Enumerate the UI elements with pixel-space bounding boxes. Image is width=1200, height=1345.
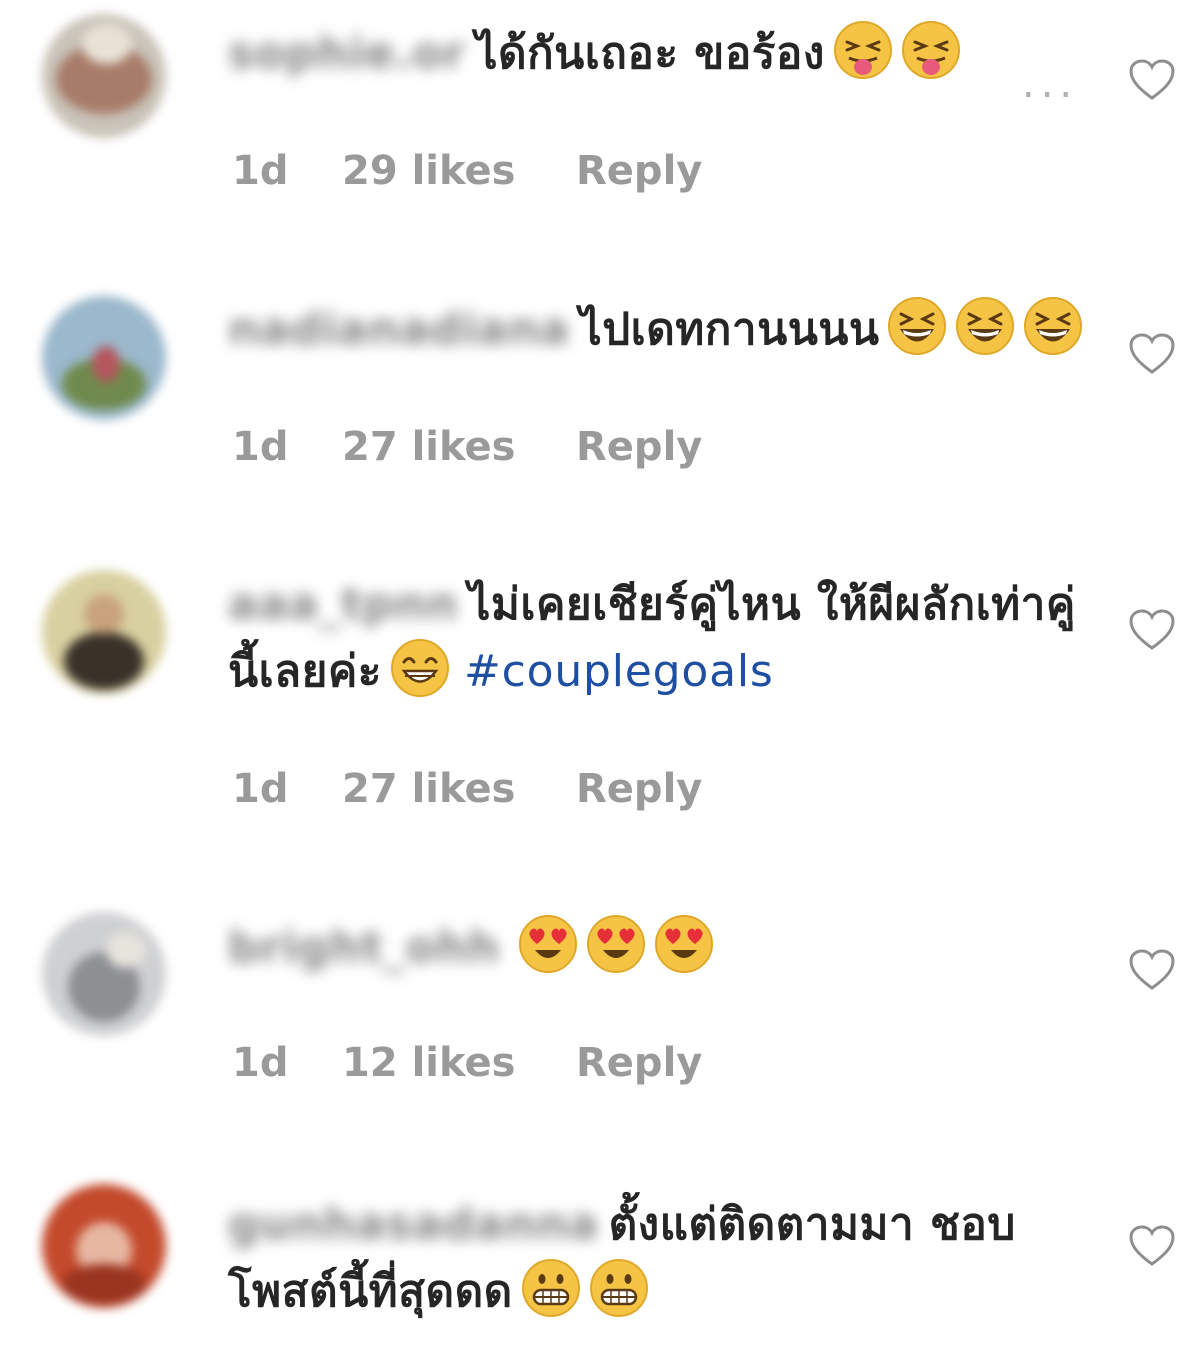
grimacing-face-emoji-icon	[589, 1259, 648, 1317]
avatar[interactable]	[42, 296, 166, 420]
comment-username[interactable]: aaa_tpnn	[228, 572, 458, 638]
comment-meta: 1d 12 likes Reply	[232, 1040, 702, 1086]
comment-time: 1d	[232, 148, 289, 194]
grinning-squinting-emoji-icon	[1024, 297, 1083, 355]
comment-body: nadianadiana ไปเดทกานนนน	[228, 296, 1088, 363]
hashtag-link[interactable]: #couplegoals	[464, 646, 774, 697]
comment-body: aaa_tpnn ไม่เคยเชียร์คู่ไหน ให้ผีผลักเท่า…	[228, 572, 1088, 705]
comment-meta: 1d 27 likes Reply	[232, 424, 702, 470]
grimacing-face-emoji-icon	[521, 1259, 580, 1317]
grinning-squinting-emoji-icon	[888, 297, 947, 355]
comment-username[interactable]: bright_ohh	[228, 915, 500, 981]
comment-likes[interactable]: 27 likes	[342, 766, 576, 812]
comment-username[interactable]: sophie.or	[228, 21, 465, 87]
comment-username[interactable]: nadianadiana	[228, 297, 570, 363]
comment-meta: 1d 29 likes Reply	[232, 148, 702, 194]
beaming-face-emoji-icon	[390, 639, 449, 697]
heart-eyes-emoji-icon	[655, 915, 714, 973]
comment-body: sophie.or ได้กันเถอะ ขอร้อง	[228, 20, 1088, 87]
grinning-squinting-emoji-icon	[956, 297, 1015, 355]
comment-time: 1d	[232, 1040, 289, 1086]
heart-outline-icon[interactable]	[1128, 58, 1176, 102]
comment-username[interactable]: gunhasadanna	[228, 1192, 599, 1258]
comment-likes[interactable]: 29 likes	[342, 148, 576, 194]
comment-body: gunhasadanna ตั้งแต่ติดตามมา ชอบโพสต์นี้ท…	[228, 1192, 1088, 1325]
heart-outline-icon[interactable]	[1128, 1224, 1176, 1268]
comment-likes[interactable]: 27 likes	[342, 424, 576, 470]
heart-eyes-emoji-icon	[519, 915, 578, 973]
reply-button[interactable]: Reply	[576, 766, 702, 812]
more-options-icon[interactable]: ...	[1022, 64, 1078, 104]
comment-time: 1d	[232, 424, 289, 470]
comment-text: ได้กันเถอะ ขอร้อง	[475, 28, 825, 79]
comment-likes[interactable]: 12 likes	[342, 1040, 576, 1086]
heart-eyes-emoji-icon	[587, 915, 646, 973]
heart-outline-icon[interactable]	[1128, 608, 1176, 652]
squinting-tongue-emoji-icon	[901, 21, 960, 79]
heart-outline-icon[interactable]	[1128, 332, 1176, 376]
reply-button[interactable]: Reply	[576, 148, 702, 194]
comment-text: ไปเดทกานนนน	[579, 304, 880, 355]
comment-time: 1d	[232, 766, 289, 812]
reply-button[interactable]: Reply	[576, 1040, 702, 1086]
avatar[interactable]	[42, 1184, 166, 1308]
avatar[interactable]	[42, 14, 166, 138]
heart-outline-icon[interactable]	[1128, 948, 1176, 992]
avatar[interactable]	[42, 912, 166, 1036]
comment-meta: 1d 27 likes Reply	[232, 766, 702, 812]
comment-body: bright_ohh	[228, 914, 1088, 981]
reply-button[interactable]: Reply	[576, 424, 702, 470]
squinting-tongue-emoji-icon	[833, 21, 892, 79]
avatar[interactable]	[42, 570, 166, 694]
